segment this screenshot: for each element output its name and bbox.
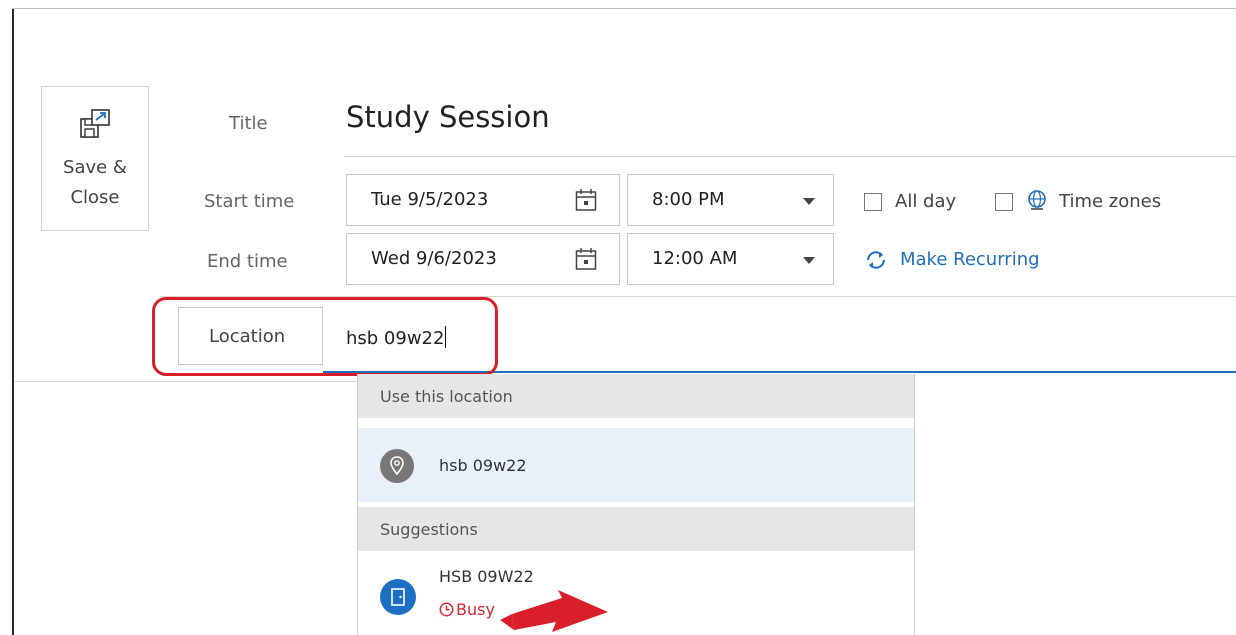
clock-icon	[439, 602, 454, 617]
make-recurring-link[interactable]: Make Recurring	[900, 249, 1040, 270]
end-time-select[interactable]: 12:00 AM	[627, 233, 834, 285]
save-close-button[interactable]: Save & Close	[41, 86, 149, 231]
use-location-item-text: hsb 09w22	[439, 456, 527, 475]
globe-icon	[1028, 190, 1046, 210]
title-label: Title	[229, 113, 268, 134]
save-close-icon	[80, 109, 110, 138]
suggestions-header: Suggestions	[358, 507, 914, 551]
time-zones-checkbox[interactable]	[995, 193, 1013, 211]
calendar-icon[interactable]	[575, 247, 597, 271]
body-divider	[14, 381, 358, 382]
room-door-icon	[380, 579, 416, 615]
chevron-down-icon	[803, 257, 815, 264]
start-date-value: Tue 9/5/2023	[371, 189, 489, 210]
end-date-value: Wed 9/6/2023	[371, 248, 497, 269]
use-location-item[interactable]: hsb 09w22	[358, 428, 914, 502]
title-input[interactable]: Study Session	[346, 100, 550, 134]
time-zones-label: Time zones	[1059, 191, 1162, 212]
window-left-border	[12, 8, 14, 635]
start-time-value: 8:00 PM	[652, 189, 725, 210]
end-date-field[interactable]: Wed 9/6/2023	[346, 233, 620, 285]
all-day-checkbox[interactable]	[864, 193, 882, 211]
use-location-header: Use this location	[358, 374, 914, 418]
annotation-arrow-icon	[500, 590, 608, 632]
end-time-value: 12:00 AM	[652, 248, 738, 269]
highlight-annotation	[152, 297, 498, 376]
use-location-header-text: Use this location	[380, 387, 513, 406]
recurring-icon[interactable]	[864, 249, 888, 271]
save-close-label-line1: Save &	[63, 157, 127, 178]
busy-status: Busy	[439, 600, 495, 619]
start-time-select[interactable]: 8:00 PM	[627, 174, 834, 226]
start-date-field[interactable]: Tue 9/5/2023	[346, 174, 620, 226]
busy-status-text: Busy	[456, 600, 495, 619]
start-time-label: Start time	[204, 191, 295, 212]
title-underline	[344, 156, 1236, 157]
all-day-label: All day	[895, 191, 957, 212]
save-close-label-line2: Close	[70, 187, 120, 208]
suggestions-header-text: Suggestions	[380, 520, 478, 539]
location-suggestions-dropdown: Use this location hsb 09w22 Suggestions …	[357, 374, 915, 635]
end-time-label: End time	[207, 251, 288, 272]
window-top-border	[12, 8, 1236, 9]
location-pin-icon	[380, 449, 414, 483]
chevron-down-icon	[803, 198, 815, 205]
calendar-icon[interactable]	[575, 188, 597, 212]
suggestion-name: HSB 09W22	[439, 567, 534, 586]
